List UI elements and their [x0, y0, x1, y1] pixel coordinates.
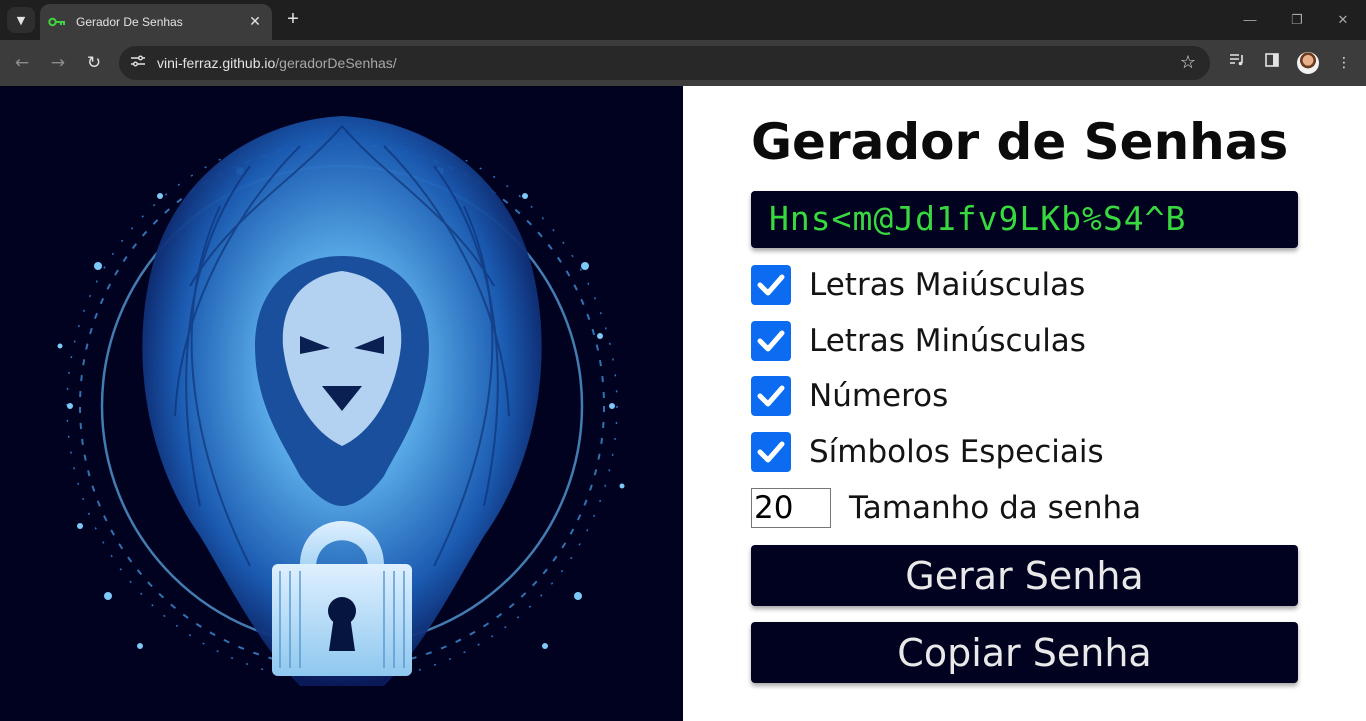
avatar[interactable] — [1297, 52, 1319, 74]
page-content: Gerador de Senhas Hns<m@Jd1fv9LKb%S4^B L… — [0, 86, 1366, 721]
uppercase-checkbox[interactable] — [751, 265, 791, 305]
tab-title: Gerador De Senhas — [76, 15, 183, 29]
bookmark-star-icon[interactable]: ☆ — [1180, 53, 1196, 73]
checkmark-icon — [757, 385, 785, 407]
length-row: 20 Tamanho da senha — [751, 488, 1141, 528]
site-settings-icon[interactable] — [129, 54, 147, 72]
checkmark-icon — [757, 441, 785, 463]
option-symbols[interactable]: Símbolos Especiais — [751, 432, 1104, 472]
close-window-icon[interactable]: ✕ — [1333, 10, 1353, 30]
copy-password-button[interactable]: Copiar Senha — [751, 622, 1298, 683]
lowercase-label: Letras Minúsculas — [809, 323, 1086, 359]
option-numbers[interactable]: Números — [751, 376, 948, 416]
minimize-icon[interactable]: — — [1240, 10, 1260, 30]
symbols-label: Símbolos Especiais — [809, 434, 1104, 470]
page-title: Gerador de Senhas — [751, 113, 1289, 171]
option-uppercase[interactable]: Letras Maiúsculas — [751, 265, 1085, 305]
restore-icon[interactable]: ❐ — [1287, 10, 1307, 30]
media-controls-icon[interactable] — [1226, 52, 1248, 74]
side-panel-icon[interactable] — [1261, 52, 1283, 74]
length-input[interactable]: 20 — [751, 488, 831, 528]
back-arrow-icon[interactable]: ← — [11, 52, 33, 74]
generator-panel: Gerador de Senhas Hns<m@Jd1fv9LKb%S4^B L… — [683, 86, 1366, 721]
forward-arrow-icon[interactable]: → — [47, 52, 69, 74]
uppercase-label: Letras Maiúsculas — [809, 267, 1086, 303]
reload-icon[interactable]: ↻ — [83, 52, 105, 74]
browser-tab[interactable]: Gerador De Senhas ✕ — [40, 4, 272, 40]
generate-password-button[interactable]: Gerar Senha — [751, 545, 1298, 606]
url-path: /geradorDeSenhas/ — [275, 55, 397, 71]
numbers-label: Números — [809, 378, 949, 414]
symbols-checkbox[interactable] — [751, 432, 791, 472]
lowercase-checkbox[interactable] — [751, 321, 791, 361]
key-icon — [48, 15, 68, 29]
close-tab-icon[interactable]: ✕ — [246, 14, 264, 30]
numbers-checkbox[interactable] — [751, 376, 791, 416]
checkmark-icon — [757, 274, 785, 296]
checkmark-icon — [757, 330, 785, 352]
url-text: vini-ferraz.github.io/geradorDeSenhas/ — [157, 54, 397, 72]
menu-kebab-icon[interactable]: ⋮ — [1333, 52, 1355, 74]
address-bar[interactable]: vini-ferraz.github.io/geradorDeSenhas/ ☆ — [119, 46, 1210, 80]
option-lowercase[interactable]: Letras Minúsculas — [751, 321, 1086, 361]
url-host: vini-ferraz.github.io — [157, 55, 276, 71]
hero-image — [0, 86, 683, 721]
lion-padlock-illustration — [57, 116, 625, 686]
new-tab-button[interactable]: + — [282, 8, 304, 30]
password-display: Hns<m@Jd1fv9LKb%S4^B — [751, 191, 1298, 248]
tab-search-chevron-icon[interactable]: ▼ — [7, 7, 35, 33]
browser-tab-bar: ▼ Gerador De Senhas ✕ + — ❐ ✕ — [0, 0, 1366, 40]
length-label: Tamanho da senha — [849, 490, 1142, 526]
password-text: Hns<m@Jd1fv9LKb%S4^B — [769, 199, 1187, 238]
browser-toolbar: ← → ↻ vini-ferraz.github.io/geradorDeSen… — [0, 40, 1366, 86]
